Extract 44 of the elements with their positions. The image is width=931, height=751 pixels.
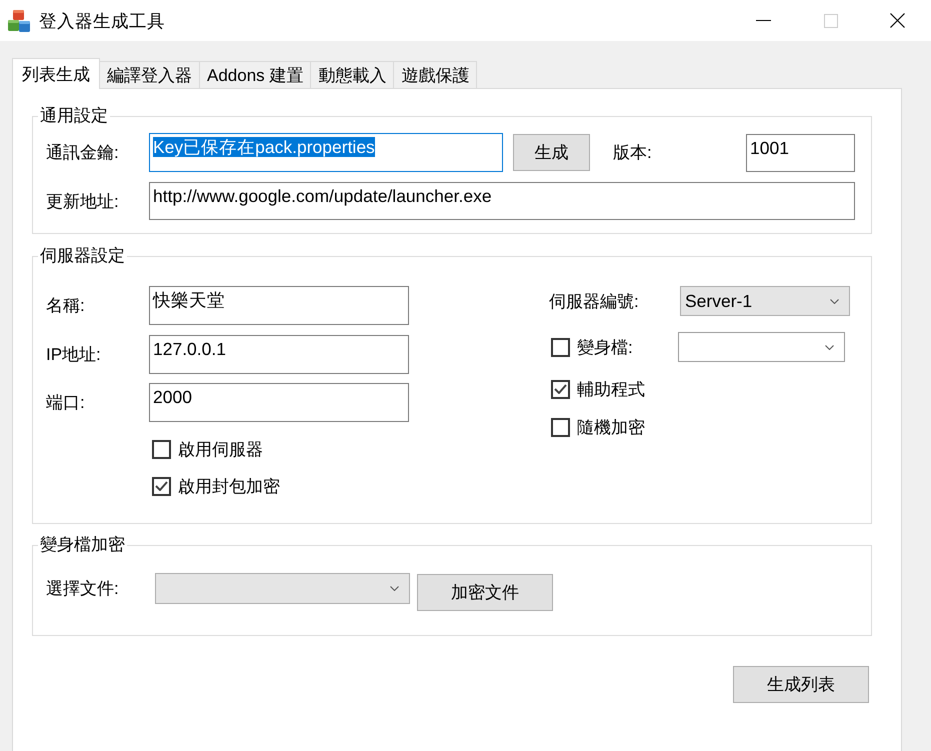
maximize-icon — [824, 14, 838, 28]
checkbox[interactable] — [551, 338, 570, 356]
checkbox-label[interactable]: 啟用封包加密 — [178, 474, 280, 498]
group-title: 伺服器設定 — [39, 245, 126, 267]
checkmark-icon — [554, 384, 567, 394]
key-field[interactable]: Key已保存在pack.properties — [149, 133, 503, 172]
window-title: 登入器生成工具 — [39, 10, 165, 32]
field-label: IP地址: — [46, 344, 102, 366]
group-title: 變身檔加密 — [39, 534, 126, 556]
tab[interactable]: 遊戲保護 — [393, 61, 478, 88]
caret-icon — [830, 298, 839, 304]
checkbox[interactable] — [152, 476, 171, 496]
checkbox-label[interactable]: 啟用伺服器 — [178, 438, 263, 460]
field-label: 版本: — [613, 142, 653, 164]
field-label: 通訊金鑰: — [46, 142, 120, 164]
checkmark-icon — [155, 481, 168, 491]
field-label: 選擇文件: — [46, 578, 120, 600]
tab[interactable]: 列表生成 — [12, 58, 100, 89]
version-field[interactable]: 1001 — [746, 134, 855, 172]
checkbox[interactable] — [152, 440, 171, 458]
app-icon — [7, 8, 31, 32]
checkbox[interactable] — [551, 418, 570, 436]
caret-icon — [390, 586, 399, 591]
minimize-icon — [756, 20, 771, 21]
dropdown[interactable] — [678, 332, 845, 362]
text-field[interactable]: 127.0.0.1 — [149, 334, 409, 374]
generate-button[interactable]: 生成 — [513, 134, 590, 171]
update-url-field[interactable]: http://www.google.com/update/launcher.exe — [149, 182, 855, 220]
encrypt-button[interactable]: 加密文件 — [417, 574, 553, 611]
checkbox-label[interactable]: 變身檔: — [577, 336, 633, 358]
group-title: 通用設定 — [39, 105, 109, 127]
text-field[interactable]: 2000 — [149, 383, 409, 422]
field-label: 更新地址: — [46, 190, 120, 212]
close-icon — [890, 13, 905, 28]
checkbox-label[interactable]: 輔助程式 — [577, 378, 645, 400]
caret-icon — [825, 344, 834, 350]
dropdown[interactable]: Server-1 — [680, 286, 850, 316]
checkbox[interactable] — [551, 380, 570, 398]
checkbox-label[interactable]: 隨機加密 — [577, 416, 645, 438]
generate-list-button[interactable]: 生成列表 — [733, 666, 869, 703]
field-label: 名稱: — [46, 295, 86, 317]
text-field[interactable]: 快樂天堂 — [149, 286, 409, 325]
field-label: 端口: — [46, 392, 86, 414]
field-label: 伺服器編號: — [549, 290, 640, 312]
